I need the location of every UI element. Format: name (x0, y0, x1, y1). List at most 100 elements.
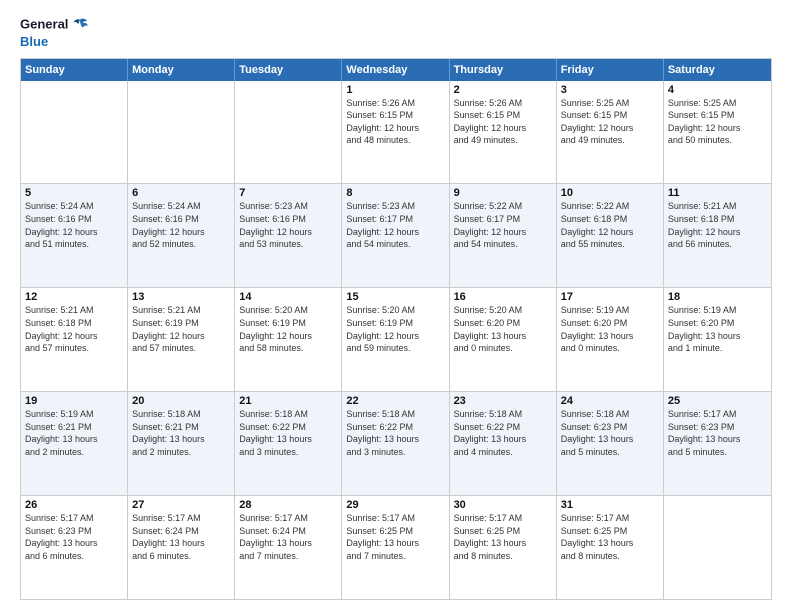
day-number: 15 (346, 291, 444, 303)
cal-cell-0-3: 1Sunrise: 5:26 AM Sunset: 6:15 PM Daylig… (342, 81, 449, 184)
cal-cell-1-3: 8Sunrise: 5:23 AM Sunset: 6:17 PM Daylig… (342, 184, 449, 287)
day-info: Sunrise: 5:21 AM Sunset: 6:18 PM Dayligh… (25, 304, 123, 354)
calendar-body: 1Sunrise: 5:26 AM Sunset: 6:15 PM Daylig… (21, 81, 771, 599)
day-info: Sunrise: 5:21 AM Sunset: 6:19 PM Dayligh… (132, 304, 230, 354)
day-number: 26 (25, 499, 123, 511)
day-number: 3 (561, 84, 659, 96)
day-number: 28 (239, 499, 337, 511)
day-info: Sunrise: 5:17 AM Sunset: 6:24 PM Dayligh… (239, 512, 337, 562)
calendar-header-row: SundayMondayTuesdayWednesdayThursdayFrid… (21, 59, 771, 81)
day-info: Sunrise: 5:26 AM Sunset: 6:15 PM Dayligh… (346, 97, 444, 147)
day-number: 17 (561, 291, 659, 303)
cal-cell-4-5: 31Sunrise: 5:17 AM Sunset: 6:25 PM Dayli… (557, 496, 664, 599)
day-info: Sunrise: 5:17 AM Sunset: 6:23 PM Dayligh… (668, 408, 767, 458)
day-number: 22 (346, 395, 444, 407)
cal-cell-2-1: 13Sunrise: 5:21 AM Sunset: 6:19 PM Dayli… (128, 288, 235, 391)
cal-cell-0-6: 4Sunrise: 5:25 AM Sunset: 6:15 PM Daylig… (664, 81, 771, 184)
day-info: Sunrise: 5:23 AM Sunset: 6:16 PM Dayligh… (239, 200, 337, 250)
day-info: Sunrise: 5:21 AM Sunset: 6:18 PM Dayligh… (668, 200, 767, 250)
day-info: Sunrise: 5:26 AM Sunset: 6:15 PM Dayligh… (454, 97, 552, 147)
day-number: 31 (561, 499, 659, 511)
cal-cell-3-3: 22Sunrise: 5:18 AM Sunset: 6:22 PM Dayli… (342, 392, 449, 495)
day-number: 10 (561, 187, 659, 199)
cal-cell-3-2: 21Sunrise: 5:18 AM Sunset: 6:22 PM Dayli… (235, 392, 342, 495)
day-number: 8 (346, 187, 444, 199)
day-number: 1 (346, 84, 444, 96)
cal-header-thursday: Thursday (450, 59, 557, 81)
day-number: 29 (346, 499, 444, 511)
day-info: Sunrise: 5:19 AM Sunset: 6:21 PM Dayligh… (25, 408, 123, 458)
day-info: Sunrise: 5:20 AM Sunset: 6:19 PM Dayligh… (346, 304, 444, 354)
day-info: Sunrise: 5:24 AM Sunset: 6:16 PM Dayligh… (132, 200, 230, 250)
day-number: 14 (239, 291, 337, 303)
day-number: 2 (454, 84, 552, 96)
cal-cell-4-4: 30Sunrise: 5:17 AM Sunset: 6:25 PM Dayli… (450, 496, 557, 599)
cal-cell-3-6: 25Sunrise: 5:17 AM Sunset: 6:23 PM Dayli… (664, 392, 771, 495)
day-number: 25 (668, 395, 767, 407)
day-info: Sunrise: 5:18 AM Sunset: 6:21 PM Dayligh… (132, 408, 230, 458)
day-number: 12 (25, 291, 123, 303)
day-number: 21 (239, 395, 337, 407)
day-info: Sunrise: 5:17 AM Sunset: 6:25 PM Dayligh… (454, 512, 552, 562)
day-info: Sunrise: 5:18 AM Sunset: 6:22 PM Dayligh… (346, 408, 444, 458)
cal-cell-4-1: 27Sunrise: 5:17 AM Sunset: 6:24 PM Dayli… (128, 496, 235, 599)
logo-line2: Blue (20, 34, 89, 50)
cal-cell-4-6 (664, 496, 771, 599)
cal-cell-1-6: 11Sunrise: 5:21 AM Sunset: 6:18 PM Dayli… (664, 184, 771, 287)
day-info: Sunrise: 5:22 AM Sunset: 6:18 PM Dayligh… (561, 200, 659, 250)
cal-header-saturday: Saturday (664, 59, 771, 81)
day-number: 18 (668, 291, 767, 303)
day-info: Sunrise: 5:20 AM Sunset: 6:19 PM Dayligh… (239, 304, 337, 354)
day-info: Sunrise: 5:25 AM Sunset: 6:15 PM Dayligh… (561, 97, 659, 147)
day-info: Sunrise: 5:25 AM Sunset: 6:15 PM Dayligh… (668, 97, 767, 147)
day-number: 27 (132, 499, 230, 511)
cal-cell-2-6: 18Sunrise: 5:19 AM Sunset: 6:20 PM Dayli… (664, 288, 771, 391)
cal-cell-3-0: 19Sunrise: 5:19 AM Sunset: 6:21 PM Dayli… (21, 392, 128, 495)
day-info: Sunrise: 5:18 AM Sunset: 6:22 PM Dayligh… (454, 408, 552, 458)
cal-cell-4-2: 28Sunrise: 5:17 AM Sunset: 6:24 PM Dayli… (235, 496, 342, 599)
day-info: Sunrise: 5:17 AM Sunset: 6:25 PM Dayligh… (561, 512, 659, 562)
day-number: 23 (454, 395, 552, 407)
cal-header-sunday: Sunday (21, 59, 128, 81)
logo-line1: General (20, 16, 89, 34)
day-number: 6 (132, 187, 230, 199)
day-number: 20 (132, 395, 230, 407)
day-info: Sunrise: 5:17 AM Sunset: 6:25 PM Dayligh… (346, 512, 444, 562)
header: General Blue (20, 16, 772, 50)
cal-cell-4-0: 26Sunrise: 5:17 AM Sunset: 6:23 PM Dayli… (21, 496, 128, 599)
day-number: 11 (668, 187, 767, 199)
cal-cell-2-3: 15Sunrise: 5:20 AM Sunset: 6:19 PM Dayli… (342, 288, 449, 391)
cal-cell-3-5: 24Sunrise: 5:18 AM Sunset: 6:23 PM Dayli… (557, 392, 664, 495)
cal-cell-3-1: 20Sunrise: 5:18 AM Sunset: 6:21 PM Dayli… (128, 392, 235, 495)
day-info: Sunrise: 5:18 AM Sunset: 6:23 PM Dayligh… (561, 408, 659, 458)
day-info: Sunrise: 5:17 AM Sunset: 6:23 PM Dayligh… (25, 512, 123, 562)
cal-cell-1-1: 6Sunrise: 5:24 AM Sunset: 6:16 PM Daylig… (128, 184, 235, 287)
day-info: Sunrise: 5:20 AM Sunset: 6:20 PM Dayligh… (454, 304, 552, 354)
cal-cell-3-4: 23Sunrise: 5:18 AM Sunset: 6:22 PM Dayli… (450, 392, 557, 495)
day-number: 19 (25, 395, 123, 407)
cal-row-2: 12Sunrise: 5:21 AM Sunset: 6:18 PM Dayli… (21, 288, 771, 392)
cal-cell-2-4: 16Sunrise: 5:20 AM Sunset: 6:20 PM Dayli… (450, 288, 557, 391)
day-info: Sunrise: 5:24 AM Sunset: 6:16 PM Dayligh… (25, 200, 123, 250)
day-number: 13 (132, 291, 230, 303)
cal-row-4: 26Sunrise: 5:17 AM Sunset: 6:23 PM Dayli… (21, 496, 771, 599)
logo: General Blue (20, 16, 89, 50)
page: General Blue SundayMondayTuesdayWednesda… (0, 0, 792, 612)
cal-cell-1-0: 5Sunrise: 5:24 AM Sunset: 6:16 PM Daylig… (21, 184, 128, 287)
cal-cell-0-5: 3Sunrise: 5:25 AM Sunset: 6:15 PM Daylig… (557, 81, 664, 184)
day-number: 9 (454, 187, 552, 199)
cal-cell-0-2 (235, 81, 342, 184)
cal-header-friday: Friday (557, 59, 664, 81)
cal-cell-2-2: 14Sunrise: 5:20 AM Sunset: 6:19 PM Dayli… (235, 288, 342, 391)
cal-row-3: 19Sunrise: 5:19 AM Sunset: 6:21 PM Dayli… (21, 392, 771, 496)
cal-row-1: 5Sunrise: 5:24 AM Sunset: 6:16 PM Daylig… (21, 184, 771, 288)
day-number: 7 (239, 187, 337, 199)
cal-cell-1-2: 7Sunrise: 5:23 AM Sunset: 6:16 PM Daylig… (235, 184, 342, 287)
day-info: Sunrise: 5:17 AM Sunset: 6:24 PM Dayligh… (132, 512, 230, 562)
calendar: SundayMondayTuesdayWednesdayThursdayFrid… (20, 58, 772, 600)
cal-cell-0-4: 2Sunrise: 5:26 AM Sunset: 6:15 PM Daylig… (450, 81, 557, 184)
cal-header-wednesday: Wednesday (342, 59, 449, 81)
day-number: 24 (561, 395, 659, 407)
day-info: Sunrise: 5:19 AM Sunset: 6:20 PM Dayligh… (668, 304, 767, 354)
cal-header-monday: Monday (128, 59, 235, 81)
